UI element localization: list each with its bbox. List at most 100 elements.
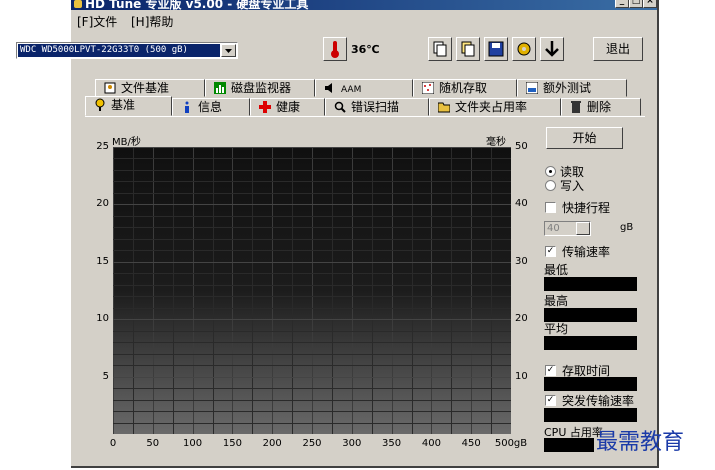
close-button[interactable]: × — [643, 0, 657, 8]
extra-tests-icon — [525, 81, 539, 95]
temperature-readout: 36℃ — [351, 43, 380, 56]
x-tick-label: 200 — [262, 438, 282, 449]
x-tick-label: 150 — [222, 438, 242, 449]
read-radio[interactable] — [545, 166, 556, 177]
drive-select[interactable]: WDC WD5000LPVT-22G33T0 (500 gB) — [16, 42, 238, 59]
tab-folder-usage[interactable]: 文件夹占用率 — [429, 98, 561, 116]
minimize-button[interactable]: _ — [615, 0, 629, 8]
tab-random-access-label: 随机存取 — [439, 81, 488, 95]
tab-file-benchmark-label: 文件基准 — [121, 81, 170, 95]
tab-info[interactable]: 信息 — [172, 98, 250, 116]
drive-selected-value: WDC WD5000LPVT-22G33T0 (500 gB) — [18, 44, 220, 57]
short-stroke-checkbox[interactable] — [545, 202, 556, 213]
short-stroke-unit: gB — [620, 222, 634, 233]
tab-delete[interactable]: 删除 — [561, 98, 641, 116]
y-left-tick-label: 20 — [96, 198, 109, 210]
y-right-tick-label: 40 — [515, 198, 528, 210]
menu-file[interactable]: [F]文件 — [77, 13, 117, 30]
y-left-tick-label: 10 — [96, 313, 109, 325]
spin-stepper[interactable] — [576, 222, 590, 235]
tab-extra-tests[interactable]: 额外测试 — [517, 79, 627, 97]
app-icon — [74, 0, 82, 8]
transfer-rate-checkbox[interactable]: ✓ — [545, 246, 556, 257]
access-time-checkbox[interactable]: ✓ — [545, 365, 556, 376]
title-bar: HD Tune 专业版 v5.00 - 硬盘专业工具 _ □ × — [71, 0, 657, 11]
tab-benchmark-label: 基准 — [111, 98, 136, 112]
benchmark-chart — [113, 147, 511, 434]
tab-extra-tests-label: 额外测试 — [543, 81, 592, 95]
min-readout — [544, 277, 637, 291]
x-tick-label: 400 — [421, 438, 441, 449]
x-tick-label: 100 — [183, 438, 203, 449]
temperature-icon[interactable] — [323, 37, 347, 61]
write-radio[interactable] — [545, 180, 556, 191]
burst-rate-label: 突发传输速率 — [562, 394, 635, 408]
short-stroke-label: 快捷行程 — [562, 201, 611, 215]
tab-panel-edge — [85, 116, 645, 117]
y-right-tick-label: 10 — [515, 370, 528, 382]
chevron-down-icon[interactable] — [221, 44, 236, 57]
y-left-tick-label: 15 — [96, 255, 109, 267]
watermark: 最需教育 — [596, 430, 685, 455]
min-label: 最低 — [544, 263, 569, 277]
random-access-icon — [421, 81, 435, 95]
error-scan-icon — [334, 101, 346, 113]
copy-info-icon[interactable] — [428, 37, 452, 61]
cpu-readout — [544, 438, 594, 452]
window-title: HD Tune 专业版 v5.00 - 硬盘专业工具 — [85, 0, 309, 11]
tab-health[interactable]: 健康 — [250, 98, 325, 116]
x-tick-label: 500gB — [494, 438, 528, 449]
tab-delete-label: 删除 — [587, 100, 612, 114]
x-tick-label: 450 — [461, 438, 481, 449]
access-time-readout — [544, 377, 637, 391]
x-tick-label: 250 — [302, 438, 322, 449]
start-button[interactable]: 开始 — [546, 127, 623, 149]
tab-random-access[interactable]: 随机存取 — [413, 79, 517, 97]
write-label: 写入 — [560, 179, 585, 193]
file-benchmark-icon — [104, 82, 116, 94]
x-tick-label: 0 — [109, 438, 117, 449]
tab-info-label: 信息 — [198, 100, 223, 114]
tab-health-label: 健康 — [276, 100, 301, 114]
max-label: 最高 — [544, 294, 569, 308]
y-right-axis-label: 毫秒 — [486, 137, 506, 148]
y-left-axis-label: MB/秒 — [112, 137, 141, 148]
tab-error-scan[interactable]: 错误扫描 — [325, 98, 429, 116]
y-left-tick-label: 5 — [102, 370, 109, 382]
transfer-rate-label: 传输速率 — [562, 245, 611, 259]
download-arrow-icon[interactable] — [540, 37, 564, 61]
tab-aam-label: AAM — [341, 85, 362, 95]
tab-file-benchmark[interactable]: 文件基准 — [95, 79, 205, 97]
menu-help[interactable]: [H]帮助 — [131, 13, 173, 30]
speaker-icon — [324, 82, 336, 94]
tabs-top-row: 文件基准 磁盘监视器 AAM 随机存取 额外测试 — [85, 79, 645, 97]
burst-rate-checkbox[interactable]: ✓ — [545, 395, 556, 406]
disk-monitor-icon — [214, 82, 226, 94]
folder-icon — [437, 101, 451, 113]
tab-aam[interactable]: AAM — [315, 79, 413, 97]
info-icon — [181, 101, 193, 113]
options-icon[interactable] — [512, 37, 536, 61]
burst-rate-readout — [544, 408, 637, 422]
avg-readout — [544, 336, 637, 350]
x-tick-label: 350 — [382, 438, 402, 449]
x-tick-label: 300 — [342, 438, 362, 449]
maximize-button[interactable]: □ — [629, 0, 643, 8]
exit-button[interactable]: 退出 — [593, 37, 643, 61]
tabs-bottom-row: 基准 信息 健康 错误扫描 文件夹占用率 删除 — [85, 96, 645, 116]
tab-error-scan-label: 错误扫描 — [351, 100, 400, 114]
y-right-tick-label: 20 — [515, 313, 528, 325]
avg-label: 平均 — [544, 322, 569, 336]
y-left-tick-label: 25 — [96, 141, 109, 152]
menu-bar: [F]文件 [H]帮助 — [71, 12, 657, 30]
chart-grid — [113, 147, 511, 434]
delete-icon — [570, 101, 582, 113]
copy-screenshot-icon[interactable] — [456, 37, 480, 61]
tab-disk-monitor[interactable]: 磁盘监视器 — [205, 79, 315, 97]
y-right-tick-label: 50 — [515, 141, 528, 152]
tab-benchmark[interactable]: 基准 — [85, 96, 172, 116]
tab-folder-usage-label: 文件夹占用率 — [455, 100, 528, 114]
save-icon[interactable] — [484, 37, 508, 61]
y-right-tick-label: 30 — [515, 255, 528, 267]
x-tick-label: 50 — [146, 438, 160, 449]
